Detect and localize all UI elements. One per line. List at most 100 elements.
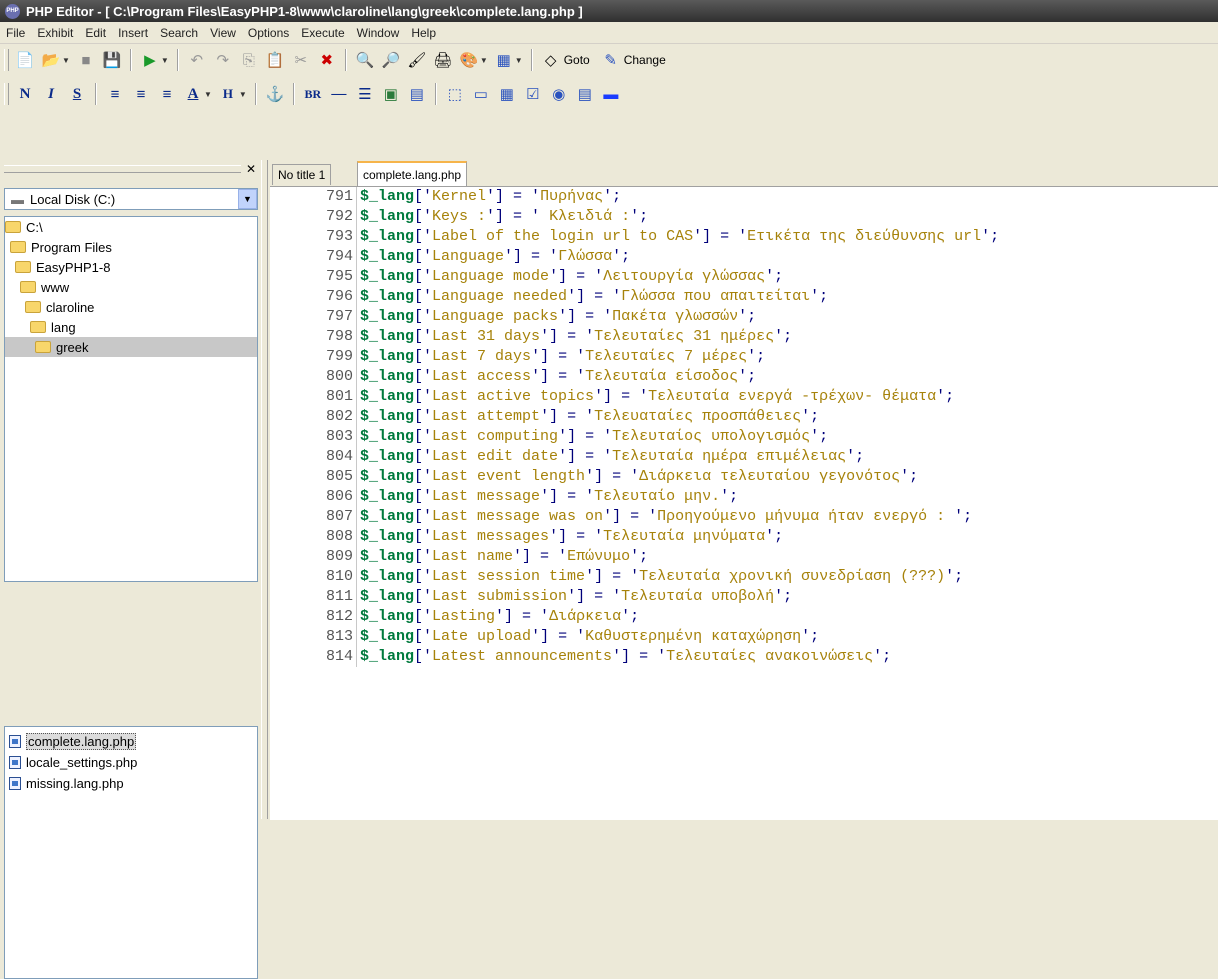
anchor-icon[interactable]: ⚓	[263, 82, 287, 106]
menu-view[interactable]: View	[204, 26, 242, 40]
line-break-button[interactable]: BR	[301, 82, 325, 106]
table-icon[interactable]: ▤	[405, 82, 429, 106]
font-color-dropdown-icon[interactable]: ▼	[204, 90, 212, 99]
menu-execute[interactable]: Execute	[295, 26, 350, 40]
code-line[interactable]: 800 $_lang['Last access'] = 'Τελευταία εί…	[270, 367, 1218, 387]
code-line[interactable]: 801 $_lang['Last active topics'] = 'Τελευ…	[270, 387, 1218, 407]
chevron-down-icon[interactable]: ▼	[238, 189, 257, 209]
code-line[interactable]: 805 $_lang['Last event length'] = 'Διάρκε…	[270, 467, 1218, 487]
tree-item-claroline[interactable]: claroline	[5, 297, 257, 317]
change-button[interactable]: Change	[624, 53, 666, 67]
code-line[interactable]: 807 $_lang['Last message was on'] = 'Προη…	[270, 507, 1218, 527]
find-next-icon[interactable]: 🔎	[379, 48, 403, 72]
menu-help[interactable]: Help	[405, 26, 442, 40]
file-item-locale-settings[interactable]: locale_settings.php	[5, 752, 257, 773]
fill-color-dropdown-icon[interactable]: ▼	[480, 56, 488, 65]
code-line[interactable]: 808 $_lang['Last messages'] = 'Τελευταία …	[270, 527, 1218, 547]
code-line[interactable]: 796 $_lang['Language needed'] = 'Γλώσσα π…	[270, 287, 1218, 307]
run-icon[interactable]: ▶	[138, 48, 162, 72]
print-icon[interactable]: 🖨	[431, 48, 455, 72]
change-icon[interactable]: ✎	[599, 48, 623, 72]
grid-field-icon[interactable]: ▦	[495, 82, 519, 106]
italic-button[interactable]: I	[39, 82, 63, 106]
file-item-complete-lang[interactable]: complete.lang.php	[5, 731, 257, 752]
heading-dropdown-icon[interactable]: ▼	[239, 90, 247, 99]
code-line[interactable]: 804 $_lang['Last edit date'] = 'Τελευταία…	[270, 447, 1218, 467]
code-line[interactable]: 797 $_lang['Language packs'] = 'Πακέτα γλ…	[270, 307, 1218, 327]
new-file-icon[interactable]: 📄	[13, 48, 37, 72]
button-icon[interactable]: ▬	[599, 82, 623, 106]
menu-insert[interactable]: Insert	[112, 26, 154, 40]
menu-window[interactable]: Window	[351, 26, 406, 40]
drive-select[interactable]: ▬ Local Disk (C:) ▼	[4, 188, 258, 210]
palette-icon[interactable]: ▦	[492, 48, 516, 72]
delete-icon[interactable]: ✖	[315, 48, 339, 72]
align-right-icon[interactable]: ≡	[155, 82, 179, 106]
bold-button[interactable]: N	[13, 82, 37, 106]
underline-button[interactable]: S	[65, 82, 89, 106]
run-dropdown-icon[interactable]: ▼	[161, 56, 169, 65]
save-all-icon[interactable]: 💾	[100, 48, 124, 72]
menu-file[interactable]: File	[0, 26, 31, 40]
code-line[interactable]: 812 $_lang['Lasting'] = 'Διάρκεια';	[270, 607, 1218, 627]
save-icon[interactable]: ■	[74, 48, 98, 72]
tree-item-easyphp[interactable]: EasyPHP1-8	[5, 257, 257, 277]
goto-icon[interactable]: ◇	[539, 48, 563, 72]
goto-button[interactable]: Goto	[564, 53, 590, 67]
code-line[interactable]: 798 $_lang['Last 31 days'] = 'Τελευταίες …	[270, 327, 1218, 347]
heading-button[interactable]: H	[216, 82, 240, 106]
code-line[interactable]: 793 $_lang['Label of the login url to CAS…	[270, 227, 1218, 247]
form-icon[interactable]: ⬚	[443, 82, 467, 106]
find-icon[interactable]: 🔍	[353, 48, 377, 72]
code-line[interactable]: 803 $_lang['Last computing'] = 'Τελευταίο…	[270, 427, 1218, 447]
font-color-button[interactable]: A	[181, 82, 205, 106]
align-center-icon[interactable]: ≡	[129, 82, 153, 106]
code-line[interactable]: 799 $_lang['Last 7 days'] = 'Τελευταίες 7…	[270, 347, 1218, 367]
menu-search[interactable]: Search	[154, 26, 204, 40]
open-file-icon[interactable]: 📂	[39, 48, 63, 72]
text-field-icon[interactable]: ▭	[469, 82, 493, 106]
code-line[interactable]: 795 $_lang['Language mode'] = 'Λειτουργία…	[270, 267, 1218, 287]
open-dropdown-icon[interactable]: ▼	[62, 56, 70, 65]
menu-edit[interactable]: Edit	[79, 26, 112, 40]
tree-item-greek[interactable]: greek	[5, 337, 257, 357]
toolbar-grip[interactable]	[4, 83, 9, 105]
code-line[interactable]: 810 $_lang['Last session time'] = 'Τελευτ…	[270, 567, 1218, 587]
cut-icon[interactable]: ✂	[289, 48, 313, 72]
redo-icon[interactable]: ↷	[211, 48, 235, 72]
tree-item-www[interactable]: www	[5, 277, 257, 297]
code-editor[interactable]: 791 $_lang['Kernel'] = 'Πυρήνας'; 792 $_lan…	[270, 186, 1218, 820]
code-line[interactable]: 813 $_lang['Late upload'] = 'Καθυστερημέν…	[270, 627, 1218, 647]
code-line[interactable]: 806 $_lang['Last message'] = 'Τελευταίο μ…	[270, 487, 1218, 507]
close-icon[interactable]: ✕	[245, 163, 257, 175]
pane-splitter[interactable]	[261, 160, 268, 819]
checkbox-icon[interactable]: ☑	[521, 82, 545, 106]
image-icon[interactable]: ▣	[379, 82, 403, 106]
undo-icon[interactable]: ↶	[185, 48, 209, 72]
fill-color-icon[interactable]: 🎨	[457, 48, 481, 72]
menu-options[interactable]: Options	[242, 26, 295, 40]
code-line[interactable]: 802 $_lang['Last attempt'] = 'Τελευαταίες…	[270, 407, 1218, 427]
code-line[interactable]: 794 $_lang['Language'] = 'Γλώσσα';	[270, 247, 1218, 267]
toolbar-grip[interactable]	[4, 49, 9, 71]
tree-item-c-drive[interactable]: C:\	[5, 217, 257, 237]
horizontal-rule-button[interactable]: —	[327, 82, 351, 106]
tab-no-title-1[interactable]: No title 1	[272, 164, 332, 185]
menu-exhibit[interactable]: Exhibit	[31, 26, 79, 40]
align-left-icon[interactable]: ≡	[103, 82, 127, 106]
replace-icon[interactable]: 🖌	[405, 48, 429, 72]
radio-icon[interactable]: ◉	[547, 82, 571, 106]
paste-icon[interactable]: 📋	[263, 48, 287, 72]
palette-dropdown-icon[interactable]: ▼	[515, 56, 523, 65]
file-item-missing-lang[interactable]: missing.lang.php	[5, 773, 257, 794]
code-line[interactable]: 809 $_lang['Last name'] = 'Επώνυμο';	[270, 547, 1218, 567]
code-line[interactable]: 792 $_lang['Keys :'] = ' Κλειδιά :';	[270, 207, 1218, 227]
tab-complete-lang[interactable]: complete.lang.php	[357, 161, 468, 186]
tree-item-program-files[interactable]: Program Files	[5, 237, 257, 257]
code-line[interactable]: 791 $_lang['Kernel'] = 'Πυρήνας';	[270, 187, 1218, 207]
code-line[interactable]: 811 $_lang['Last submission'] = 'Τελευταί…	[270, 587, 1218, 607]
copy-icon[interactable]: ⎘	[237, 48, 261, 72]
select-icon[interactable]: ▤	[573, 82, 597, 106]
tree-item-lang[interactable]: lang	[5, 317, 257, 337]
list-icon[interactable]: ☰	[353, 82, 377, 106]
